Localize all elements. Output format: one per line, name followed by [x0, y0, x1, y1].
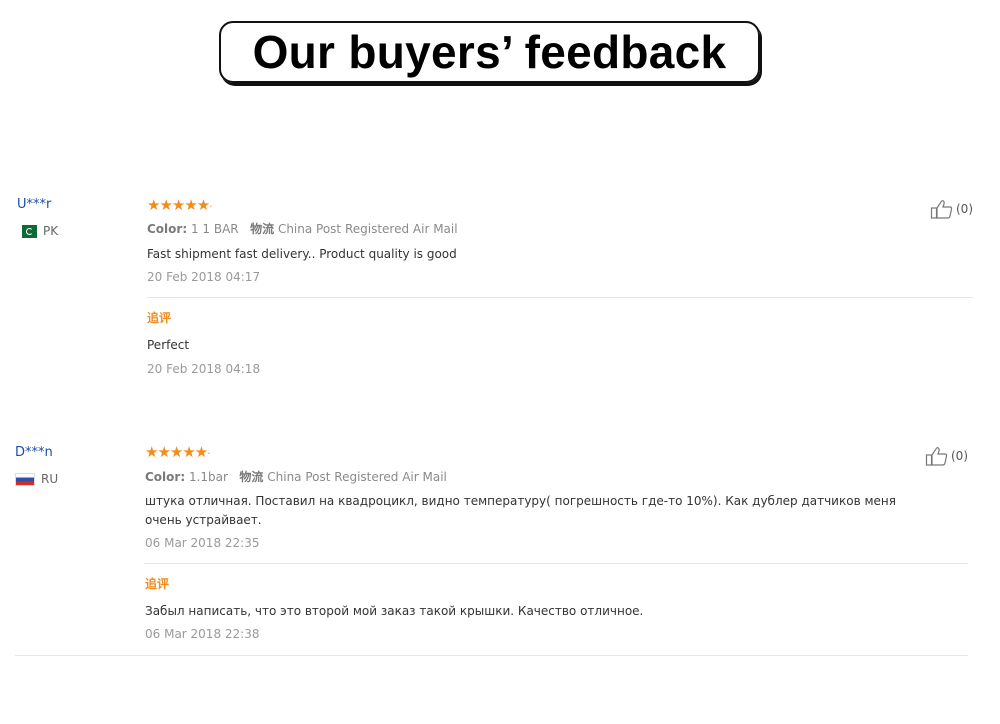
page-title: Our buyers’ feedback	[252, 26, 727, 78]
reviewer-name[interactable]: U***r	[17, 197, 51, 212]
color-label: Color:	[145, 470, 186, 484]
reviewer-country: PK	[17, 224, 58, 238]
shipping-label: 物流	[250, 222, 275, 236]
country-code: RU	[41, 472, 59, 486]
pakistan-flag-icon	[17, 224, 37, 238]
shipping-value: China Post Registered Air Mail	[277, 222, 458, 236]
reviewer-name[interactable]: D***n	[15, 445, 53, 460]
followup-date: 20 Feb 2018 04:18	[147, 362, 261, 376]
feedback-title-box: Our buyers’ feedback	[219, 21, 760, 83]
color-value: 1 1 BAR	[190, 222, 239, 236]
divider	[147, 297, 973, 298]
color-value: 1.1bar	[188, 470, 228, 484]
followup-label: 追评	[147, 311, 172, 325]
russia-flag-icon	[15, 472, 35, 486]
like-count: (0)	[956, 202, 973, 216]
thumbs-up-icon	[925, 447, 948, 466]
review-text-line-1: штука отличная. Поставил на квадроцикл, …	[145, 494, 896, 508]
like-count: (0)	[951, 449, 968, 463]
country-code: PK	[43, 224, 59, 238]
divider	[145, 563, 968, 564]
followup-text: Perfect	[147, 338, 190, 352]
bottom-divider	[15, 655, 968, 656]
review-date: 06 Mar 2018 22:35	[145, 536, 260, 550]
like-button[interactable]: (0)	[925, 446, 968, 466]
followup-date: 06 Mar 2018 22:38	[145, 627, 260, 641]
star-rating: ★★★★★·	[147, 196, 213, 214]
review-date: 20 Feb 2018 04:17	[147, 270, 261, 284]
thumbs-up-icon	[930, 200, 953, 219]
star-rating: ★★★★★·	[145, 443, 211, 461]
review-meta: Color: 1 1 BAR 物流 China Post Registered …	[147, 220, 458, 237]
shipping-label: 物流	[239, 470, 264, 484]
review-meta: Color: 1.1bar 物流 China Post Registered A…	[145, 468, 447, 485]
review-text-line-2: очень устрайвает.	[145, 513, 262, 527]
review-text: Fast shipment fast delivery.. Product qu…	[147, 247, 457, 261]
reviewer-country: RU	[15, 472, 58, 486]
followup-text: Забыл написать, что это второй мой заказ…	[145, 604, 644, 618]
stars-icon: ★★★★★	[147, 196, 210, 214]
like-button[interactable]: (0)	[930, 199, 973, 219]
stars-icon: ★★★★★	[145, 443, 208, 461]
color-label: Color:	[147, 222, 188, 236]
followup-label: 追评	[145, 577, 170, 591]
shipping-value: China Post Registered Air Mail	[267, 470, 447, 484]
